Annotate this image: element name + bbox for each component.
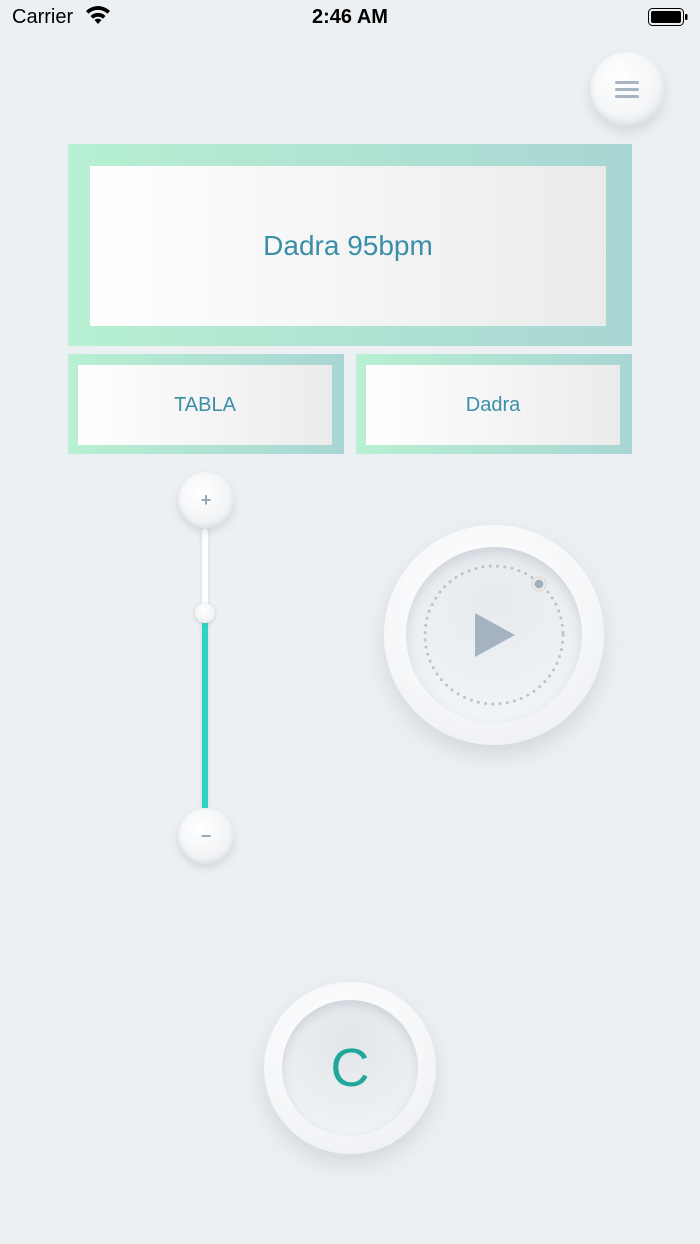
rhythm-display-frame: Dadra 95bpm — [68, 144, 632, 346]
instrument-selector[interactable]: TABLA — [78, 365, 332, 445]
play-button[interactable] — [384, 525, 604, 745]
key-button[interactable]: C — [264, 982, 436, 1154]
tempo-increase-button[interactable]: + — [178, 472, 234, 528]
hamburger-menu-icon — [615, 81, 639, 102]
taal-selector-frame: Dadra — [356, 354, 632, 454]
instrument-selector-frame: TABLA — [68, 354, 344, 454]
tempo-slider-thumb[interactable] — [195, 603, 215, 623]
menu-button[interactable] — [590, 52, 664, 126]
tempo-slider-fill — [202, 614, 208, 810]
rhythm-display: Dadra 95bpm — [90, 166, 606, 326]
taal-selector[interactable]: Dadra — [366, 365, 620, 445]
key-label: C — [282, 1000, 418, 1136]
clock: 2:46 AM — [312, 6, 388, 28]
play-icon — [475, 613, 515, 657]
status-bar: Carrier 2:46 AM — [0, 0, 700, 36]
progress-ring — [423, 564, 565, 706]
tempo-decrease-button[interactable]: − — [178, 808, 234, 864]
battery-icon — [648, 8, 688, 26]
play-button-inner — [406, 547, 582, 723]
